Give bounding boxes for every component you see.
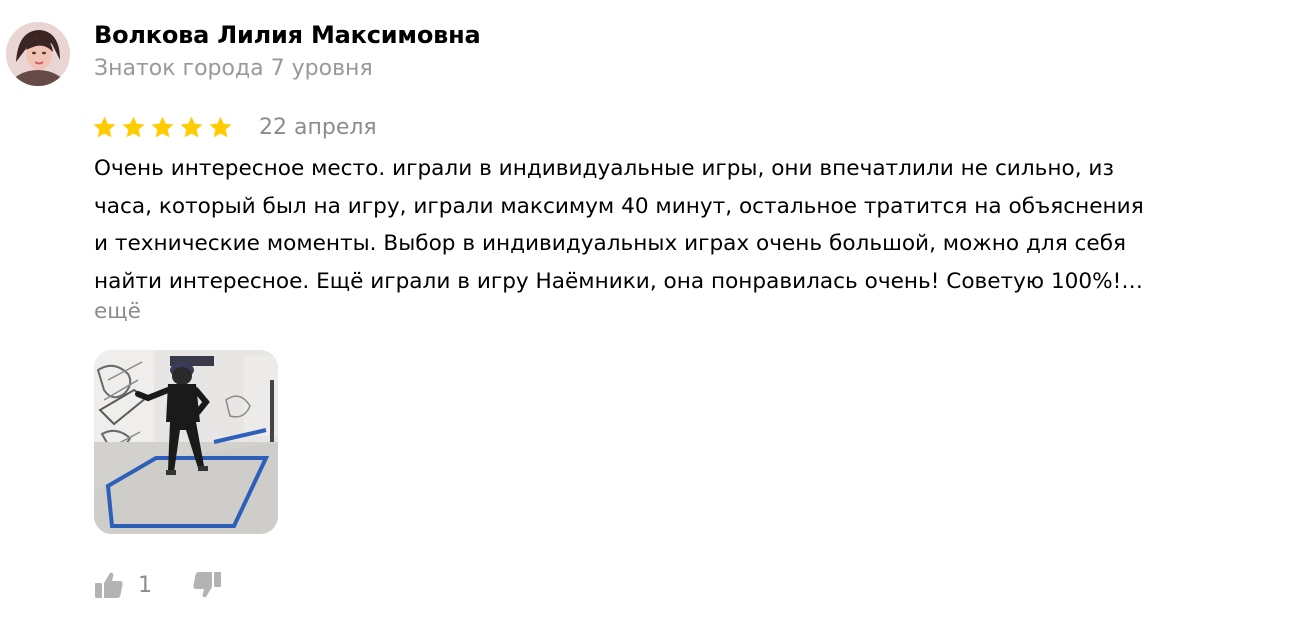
rating-stars	[92, 115, 237, 140]
star-icon	[209, 116, 232, 137]
review-text: Очень интересное место. играли в индивид…	[94, 150, 1284, 300]
expand-text-link[interactable]: ещё	[94, 295, 141, 329]
review-text-line: найти интересное. Ещё играли в игру Наём…	[94, 268, 1143, 294]
author-name[interactable]: Волкова Лилия Максимовна	[94, 21, 481, 49]
star-icon	[93, 116, 116, 137]
review-date: 22 апреля	[259, 114, 377, 140]
review-text-line: Очень интересное место. играли в индивид…	[94, 156, 1114, 181]
like-button[interactable]: 1	[94, 570, 152, 600]
review-photo-vr-player-icon	[94, 350, 278, 534]
like-count: 1	[138, 572, 152, 598]
star-icon	[151, 116, 174, 137]
star-icon	[180, 116, 203, 137]
review-text-line: и технические моменты. Выбор в индивидуа…	[94, 231, 1127, 256]
user-avatar-photo-icon	[6, 22, 70, 86]
review-meta: 22 апреля	[92, 110, 377, 144]
review-card: Волкова Лилия Максимовна Знаток города 7…	[0, 0, 1296, 622]
author-level: Знаток города 7 уровня	[94, 56, 373, 81]
star-icon	[122, 116, 145, 137]
reactions: 1	[94, 566, 222, 604]
review-text-line: часа, который был на игру, играли максим…	[94, 193, 1144, 219]
dislike-button[interactable]	[192, 570, 222, 600]
avatar[interactable]	[6, 22, 70, 86]
review-photo[interactable]	[94, 350, 278, 534]
thumbs-down-icon	[193, 572, 221, 598]
thumbs-up-icon	[95, 572, 123, 598]
